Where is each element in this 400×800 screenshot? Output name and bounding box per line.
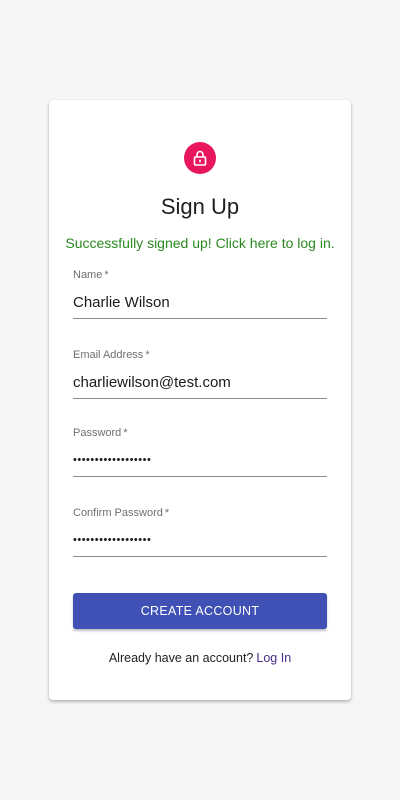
page-title: Sign Up [160, 194, 240, 219]
password-field: Password * [73, 426, 327, 477]
login-link[interactable]: Log In [256, 651, 291, 665]
login-prompt: Already have an account? Log In [49, 650, 351, 666]
signup-card: Sign Up Successfully signed up! Click he… [49, 100, 351, 700]
password-input[interactable] [73, 448, 327, 477]
name-input[interactable] [73, 290, 327, 319]
create-account-button[interactable]: CREATE ACCOUNT [73, 593, 327, 629]
login-prompt-text: Already have an account? [108, 651, 254, 665]
confirm-password-label: Confirm Password * [73, 507, 170, 519]
lock-badge [184, 142, 216, 174]
email-input[interactable] [73, 370, 327, 399]
name-field: Name * [73, 268, 327, 319]
name-label: Name * [73, 269, 109, 281]
password-label: Password * [73, 427, 128, 439]
confirm-password-field: Confirm Password * [73, 506, 327, 557]
email-field: Email Address * [73, 348, 327, 399]
email-label: Email Address * [73, 349, 150, 361]
lock-icon [193, 150, 207, 166]
success-message-link[interactable]: Successfully signed up! Click here to lo… [49, 234, 351, 252]
confirm-password-input[interactable] [73, 528, 327, 557]
